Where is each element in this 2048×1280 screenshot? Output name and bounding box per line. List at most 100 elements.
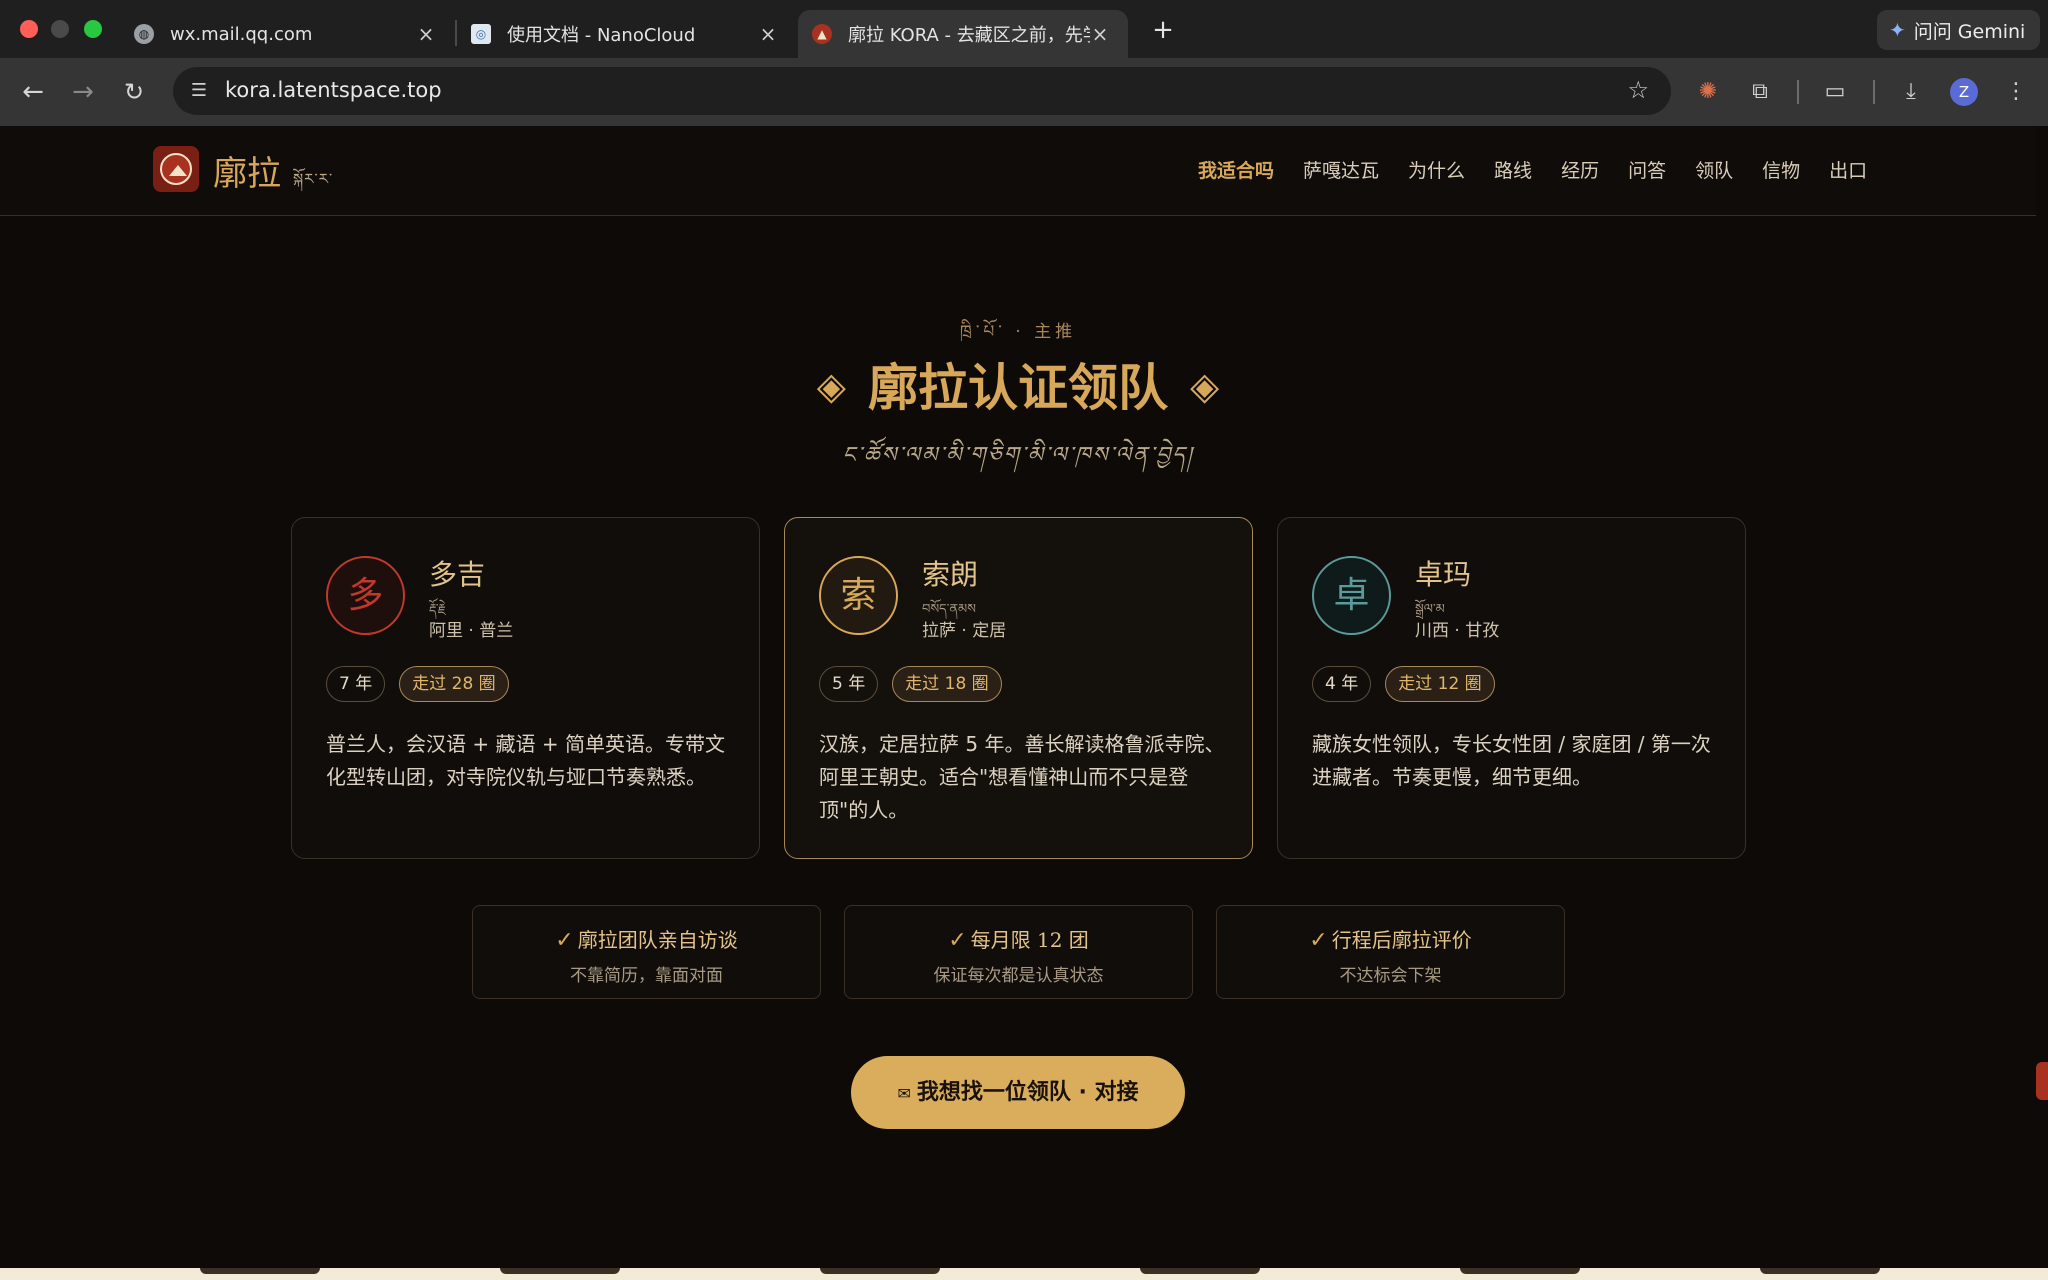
profile-avatar[interactable]: Z [1950,78,1978,106]
nav-item-suitable[interactable]: 我适合吗 [1198,156,1274,183]
guarantee-title: 廓拉团队亲自访谈 [577,928,738,952]
more-menu-icon[interactable]: ⋮ [1998,74,2034,110]
section-title-text: 廓拉认证领队 [868,358,1168,417]
rounds-badge: 走过 28 圈 [399,666,509,702]
tab-title: wx.mail.qq.com [170,23,313,45]
check-icon: ✓ [948,928,967,953]
brand-name[interactable]: 廓拉 [213,146,281,195]
nav-item-tokens[interactable]: 信物 [1762,156,1800,183]
tab-title: 廓拉 KORA - 去藏区之前，先学 [848,25,1090,46]
extensions-puzzle-icon[interactable]: ⧉ [1742,74,1778,110]
brush-stroke [820,1268,940,1274]
brush-stroke [500,1268,620,1274]
brush-stroke [1760,1268,1880,1274]
download-icon[interactable]: ⤓ [1893,74,1929,110]
guide-avatar: 多 [326,556,405,635]
guide-name: 索朗 [922,558,979,591]
url-text[interactable]: kora.latentspace.top [225,78,442,102]
site-header: 廓拉 སྐོར་ར་ 我适合吗 萨嘎达瓦 为什么 路线 经历 问答 领队 信物 … [0,126,2036,216]
guide-avatar: 索 [819,556,898,635]
close-tab-icon[interactable]: × [758,22,778,46]
rounds-badge: 走过 12 圈 [1385,666,1495,702]
brush-stroke [1140,1268,1260,1274]
diamond-ornament-icon: ◈ [1190,363,1220,408]
guide-origin: 川西 · 甘孜 [1415,621,1500,641]
guarantee-item: ✓ 廓拉团队亲自访谈 不靠简历，靠面对面 [472,905,821,999]
reload-icon[interactable]: ↻ [114,72,154,112]
guide-description: 普兰人，会汉语 + 藏语 + 简单英语。专带文化型转山团，对寺院仪轨与垭口节奏熟… [326,732,725,789]
nav-item-faq[interactable]: 问答 [1628,156,1666,183]
guide-cards: 多 多吉 རྡོ་རྗེ 阿里 · 普兰 7 年 走过 28 圈 普兰人，会汉语… [291,517,1746,859]
forward-arrow-icon[interactable]: → [63,72,103,112]
guarantee-subtitle: 保证每次都是认真状态 [933,966,1104,986]
rounds-badge: 走过 18 圈 [892,666,1002,702]
main-nav: 我适合吗 萨嘎达瓦 为什么 路线 经历 问答 领队 信物 出口 [1198,156,1867,183]
bookmark-star-icon[interactable]: ☆ [1627,76,1649,104]
browser-toolbar: ← → ↻ ☰ kora.latentspace.top ☆ ✺ ⧉ ▭ ⤓ Z… [0,58,2048,126]
guide-name: 卓玛 [1415,558,1472,591]
tab-kora[interactable]: ▲ 廓拉 KORA - 去藏区之前，先学 × [798,10,1128,58]
footer-pattern-band [0,1268,2048,1280]
guide-card-sonam[interactable]: 索 索朗 བསོད་ནམས 拉萨 · 定居 5 年 走过 18 圈 汉族，定居拉… [784,517,1253,859]
guarantee-item: ✓ 行程后廓拉评价 不达标会下架 [1216,905,1565,999]
brush-stroke [200,1268,320,1274]
address-bar[interactable]: ☰ kora.latentspace.top ☆ [173,67,1671,115]
nav-item-guides[interactable]: 领队 [1695,156,1733,183]
brush-stroke [1460,1268,1580,1274]
guarantee-subtitle: 不达标会下架 [1339,966,1442,986]
guide-card-drolma[interactable]: 卓 卓玛 སྒྲོལ་མ 川西 · 甘孜 4 年 走过 12 圈 藏族女性领队，… [1277,517,1746,859]
tab-title: 使用文档 - NanoCloud [507,25,696,46]
ask-gemini-button[interactable]: ✦ 问问 Gemini [1877,10,2040,50]
kora-icon: ▲ [812,24,832,44]
nav-item-route[interactable]: 路线 [1494,156,1532,183]
close-tab-icon[interactable]: × [416,22,436,46]
check-icon: ✓ [1309,928,1328,953]
new-tab-button[interactable]: + [1146,14,1180,48]
guarantee-list: ✓ 廓拉团队亲自访谈 不靠简历，靠面对面 ✓ 每月限 12 团 保证每次都是认真状态… [472,905,1565,999]
toolbar-divider [1873,80,1875,104]
section-title: ◈ 廓拉认证领队 ◈ [0,348,2036,420]
claude-extension-icon[interactable]: ✺ [1690,74,1726,110]
tab-search-icon[interactable]: ▭ [1817,74,1853,110]
browser-tab-bar: ◍ wx.mail.qq.com × ◎ 使用文档 - NanoCloud × … [0,0,2048,58]
guide-description: 汉族，定居拉萨 5 年。善长解读格鲁派寺院、阿里王朝史。适合"想看懂神山而不只是… [819,732,1225,822]
minimize-window-button[interactable] [51,20,69,38]
site-settings-icon[interactable]: ☰ [187,79,211,103]
nav-item-exit[interactable]: 出口 [1829,156,1867,183]
envelope-icon: ✉ [897,1084,911,1103]
tab-wx-mail[interactable]: ◍ wx.mail.qq.com × [104,10,454,58]
guide-card-dorje[interactable]: 多 多吉 རྡོ་རྗེ 阿里 · 普兰 7 年 走过 28 圈 普兰人，会汉语… [291,517,760,859]
gemini-sparkle-icon: ✦ [1889,18,1906,42]
nav-item-saga-dawa[interactable]: 萨嘎达瓦 [1303,156,1379,183]
guide-description: 藏族女性领队，专长女性团 / 家庭团 / 第一次进藏者。节奏更慢，细节更细。 [1312,732,1711,789]
years-badge: 7 年 [326,666,386,702]
guide-avatar: 卓 [1312,556,1391,635]
close-tab-icon[interactable]: × [1090,22,1110,46]
kora-logo-icon[interactable] [153,146,199,192]
cta-label: 我想找一位领队 · 对接 [916,1080,1139,1105]
nanocloud-icon: ◎ [471,24,491,44]
maximize-window-button[interactable] [84,20,102,38]
check-icon: ✓ [555,928,574,953]
guarantee-item: ✓ 每月限 12 团 保证每次都是认真状态 [844,905,1193,999]
scroll-indicator[interactable] [2036,1062,2048,1100]
brand-tibetan: སྐོར་ར་ [293,170,334,188]
find-guide-button[interactable]: ✉ 我想找一位领队 · 对接 [851,1056,1185,1129]
toolbar-divider [1797,80,1799,104]
gemini-label: 问问 Gemini [1913,20,2026,43]
tab-nanocloud[interactable]: ◎ 使用文档 - NanoCloud × [441,10,796,58]
nav-item-experience[interactable]: 经历 [1561,156,1599,183]
guarantee-subtitle: 不靠简历，靠面对面 [570,966,723,986]
guide-name: 多吉 [429,558,486,591]
years-badge: 5 年 [819,666,879,702]
back-arrow-icon[interactable]: ← [13,72,53,112]
years-badge: 4 年 [1312,666,1372,702]
globe-icon: ◍ [134,24,154,44]
section-subtitle: ང་ཚོས་ལམ་མི་གཅིག་མི་ལ་ཁས་ལེན་བྱེད། [842,443,1194,468]
close-window-button[interactable] [20,20,38,38]
nav-item-why[interactable]: 为什么 [1408,156,1465,183]
diamond-ornament-icon: ◈ [816,363,846,408]
guide-origin: 拉萨 · 定居 [922,621,1007,641]
guarantee-title: 行程后廓拉评价 [1331,928,1472,952]
guide-origin: 阿里 · 普兰 [429,621,514,641]
